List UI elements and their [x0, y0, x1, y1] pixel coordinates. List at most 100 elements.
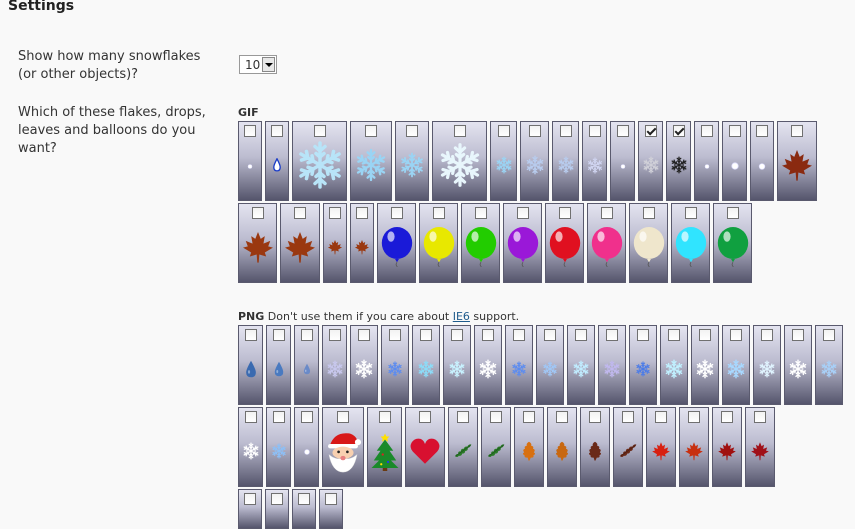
- flake-option-tile[interactable]: [322, 407, 364, 487]
- flake-option-tile[interactable]: [412, 325, 440, 405]
- flake-option-tile[interactable]: [266, 407, 291, 487]
- flake-option-tile[interactable]: [613, 407, 643, 487]
- flake-checkbox[interactable]: [271, 493, 283, 505]
- flake-checkbox[interactable]: [490, 411, 502, 423]
- flake-option-tile[interactable]: [443, 325, 471, 405]
- flake-option-tile[interactable]: [319, 489, 343, 529]
- flake-option-tile[interactable]: [350, 121, 392, 201]
- flake-checkbox[interactable]: [761, 329, 773, 341]
- flake-checkbox[interactable]: [523, 411, 535, 423]
- flake-option-tile[interactable]: [598, 325, 626, 405]
- flake-option-tile[interactable]: [629, 203, 668, 283]
- flake-checkbox[interactable]: [516, 207, 529, 219]
- flake-checkbox[interactable]: [513, 329, 525, 341]
- flake-checkbox[interactable]: [588, 125, 601, 137]
- flake-option-tile[interactable]: [514, 407, 544, 487]
- flake-checkbox[interactable]: [432, 207, 445, 219]
- flake-option-tile[interactable]: [679, 407, 709, 487]
- flake-checkbox[interactable]: [622, 411, 634, 423]
- flake-option-tile[interactable]: [238, 489, 262, 529]
- flake-checkbox[interactable]: [556, 411, 568, 423]
- flake-checkbox[interactable]: [453, 125, 466, 137]
- flake-option-tile[interactable]: [490, 121, 517, 201]
- flake-option-tile[interactable]: [238, 203, 277, 283]
- flake-option-tile[interactable]: [266, 325, 291, 405]
- flake-checkbox[interactable]: [575, 329, 587, 341]
- flake-option-tile[interactable]: [646, 407, 676, 487]
- flake-option-tile[interactable]: [712, 407, 742, 487]
- flake-checkbox[interactable]: [728, 125, 741, 137]
- flake-option-tile[interactable]: [610, 121, 635, 201]
- flake-option-tile[interactable]: [745, 407, 775, 487]
- flake-checkbox[interactable]: [251, 207, 264, 219]
- flake-option-tile[interactable]: [722, 325, 750, 405]
- flake-checkbox[interactable]: [688, 411, 700, 423]
- flake-option-tile[interactable]: [432, 121, 487, 201]
- flake-checkbox[interactable]: [642, 207, 655, 219]
- flake-checkbox[interactable]: [406, 125, 418, 137]
- flake-checkbox[interactable]: [637, 329, 649, 341]
- flake-option-tile[interactable]: [367, 407, 402, 487]
- flake-option-tile[interactable]: [405, 407, 445, 487]
- flake-option-tile[interactable]: [536, 325, 564, 405]
- flake-option-tile[interactable]: [713, 203, 752, 283]
- snowflake-count-select[interactable]: 10: [239, 55, 277, 74]
- flake-checkbox[interactable]: [272, 411, 285, 423]
- flake-option-tile[interactable]: [294, 407, 319, 487]
- flake-checkbox[interactable]: [644, 125, 657, 137]
- flake-option-tile[interactable]: [547, 407, 577, 487]
- flake-checkbox[interactable]: [823, 329, 835, 341]
- flake-option-tile[interactable]: [322, 325, 347, 405]
- flake-option-tile[interactable]: [552, 121, 579, 201]
- flake-checkbox[interactable]: [600, 207, 613, 219]
- flake-option-tile[interactable]: [350, 203, 374, 283]
- flake-checkbox[interactable]: [300, 329, 313, 341]
- flake-option-tile[interactable]: [395, 121, 429, 201]
- flake-checkbox[interactable]: [721, 411, 733, 423]
- flake-checkbox[interactable]: [482, 329, 494, 341]
- flake-option-tile[interactable]: [294, 325, 319, 405]
- flake-checkbox[interactable]: [329, 207, 341, 219]
- flake-option-tile[interactable]: [505, 325, 533, 405]
- flake-option-tile[interactable]: [280, 203, 320, 283]
- flake-option-tile[interactable]: [582, 121, 607, 201]
- flake-checkbox[interactable]: [337, 411, 349, 423]
- flake-option-tile[interactable]: [638, 121, 663, 201]
- flake-checkbox[interactable]: [244, 125, 256, 137]
- flake-checkbox[interactable]: [451, 329, 463, 341]
- flake-checkbox[interactable]: [497, 125, 510, 137]
- flake-checkbox[interactable]: [730, 329, 742, 341]
- flake-checkbox[interactable]: [420, 329, 432, 341]
- flake-option-tile[interactable]: [481, 407, 511, 487]
- flake-checkbox[interactable]: [756, 125, 768, 137]
- flake-checkbox[interactable]: [699, 329, 711, 341]
- flake-checkbox[interactable]: [294, 207, 306, 219]
- flake-checkbox[interactable]: [792, 329, 804, 341]
- flake-checkbox[interactable]: [726, 207, 739, 219]
- flake-checkbox[interactable]: [298, 493, 310, 505]
- flake-option-tile[interactable]: [474, 325, 502, 405]
- flake-option-tile[interactable]: [381, 325, 409, 405]
- flake-checkbox[interactable]: [365, 125, 377, 137]
- flake-option-tile[interactable]: [784, 325, 812, 405]
- flake-checkbox[interactable]: [474, 207, 487, 219]
- flake-checkbox[interactable]: [559, 125, 572, 137]
- flake-checkbox[interactable]: [684, 207, 697, 219]
- flake-checkbox[interactable]: [358, 329, 370, 341]
- flake-option-tile[interactable]: [567, 325, 595, 405]
- flake-option-tile[interactable]: [691, 325, 719, 405]
- flake-checkbox[interactable]: [356, 207, 368, 219]
- flake-checkbox[interactable]: [589, 411, 601, 423]
- flake-checkbox[interactable]: [528, 125, 541, 137]
- flake-checkbox[interactable]: [271, 125, 283, 137]
- flake-option-tile[interactable]: [350, 325, 378, 405]
- flake-option-tile[interactable]: [520, 121, 549, 201]
- flake-checkbox[interactable]: [700, 125, 713, 137]
- flake-option-tile[interactable]: [666, 121, 691, 201]
- flake-option-tile[interactable]: [777, 121, 817, 201]
- flake-option-tile[interactable]: [323, 203, 347, 283]
- flake-checkbox[interactable]: [754, 411, 766, 423]
- ie6-link[interactable]: IE6: [453, 310, 470, 323]
- flake-option-tile[interactable]: [265, 121, 289, 201]
- flake-option-tile[interactable]: [750, 121, 774, 201]
